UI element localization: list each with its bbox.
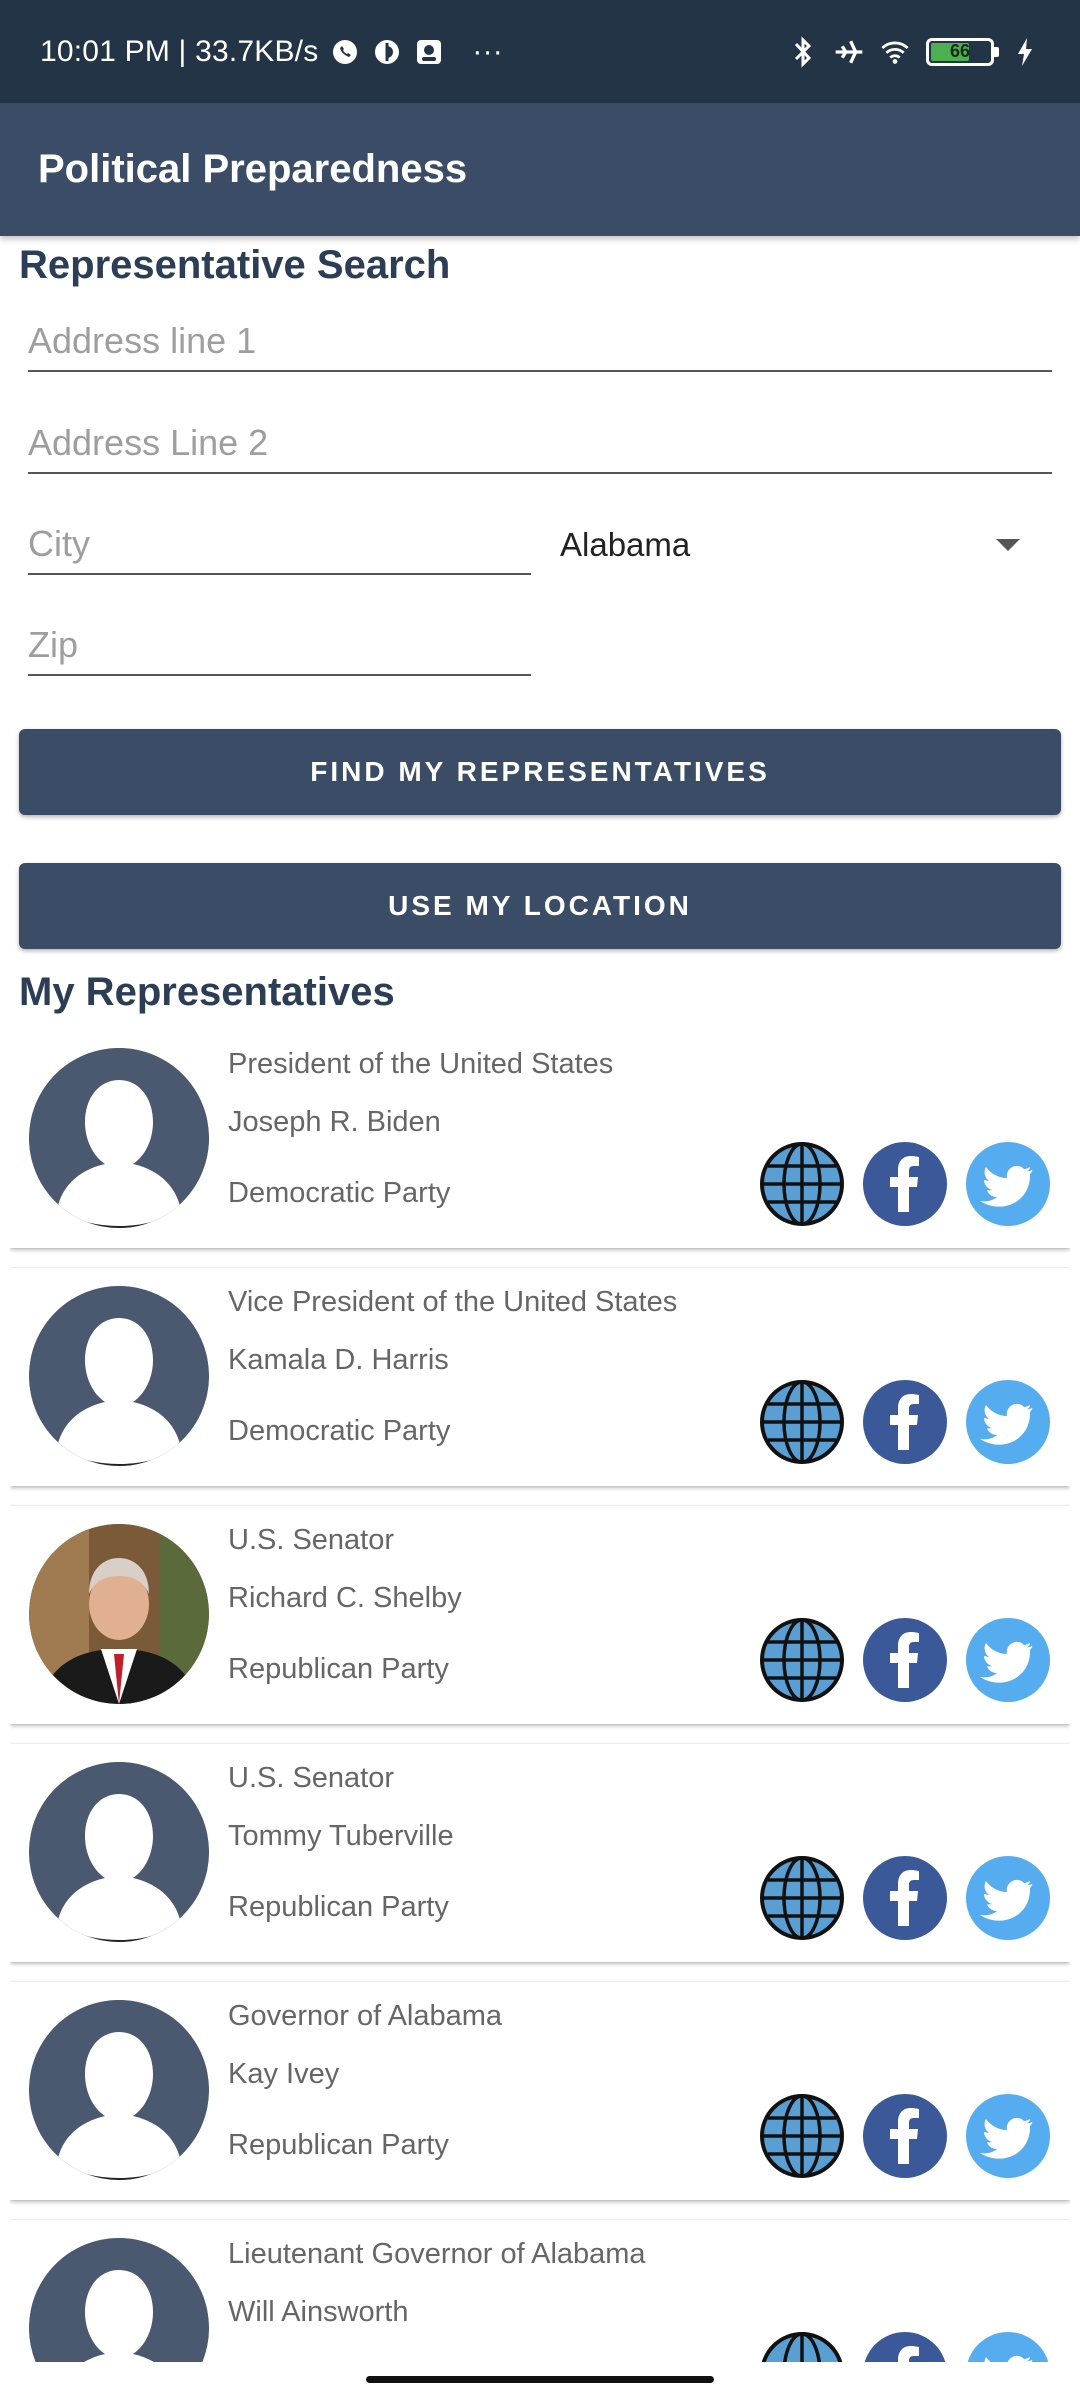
representative-photo (29, 1524, 209, 1704)
globe-icon[interactable] (760, 1856, 844, 1940)
twitter-icon[interactable] (966, 2332, 1050, 2362)
avatar-placeholder-icon (29, 1048, 209, 1228)
avatar-placeholder-icon (29, 1286, 209, 1466)
zip-input[interactable] (28, 624, 531, 666)
facebook-icon[interactable] (863, 1618, 947, 1702)
twitter-icon[interactable] (966, 1142, 1050, 1226)
use-my-location-button[interactable]: USE MY LOCATION (19, 863, 1061, 949)
city-input[interactable] (28, 523, 531, 565)
app-title: Political Preparedness (38, 147, 468, 191)
wifi-icon (880, 37, 910, 67)
twitter-icon[interactable] (966, 1618, 1050, 1702)
facebook-icon[interactable] (863, 2332, 947, 2362)
status-time-speed: 10:01 PM | 33.7KB/s (40, 34, 319, 68)
representatives-list[interactable]: President of the United States Joseph R.… (10, 1030, 1070, 2362)
representative-party: Democratic Party (228, 1177, 451, 1209)
address-line-2-input[interactable] (28, 422, 1052, 464)
globe-icon[interactable] (760, 2332, 844, 2362)
representative-name: Kay Ivey (228, 2058, 340, 2090)
representative-party: Republican Party (228, 1653, 449, 1685)
charging-icon (1010, 37, 1040, 67)
representative-card[interactable]: Vice President of the United States Kama… (10, 1268, 1070, 1486)
battery-level: 66 (949, 41, 971, 61)
my-representatives-heading: My Representatives (19, 970, 395, 1014)
twitter-icon[interactable] (966, 1856, 1050, 1940)
representative-office: Governor of Alabama (228, 2000, 503, 2032)
representative-party: Democratic Party (228, 1415, 451, 1447)
facebook-icon[interactable] (863, 1142, 947, 1226)
address-line-2-field[interactable] (28, 404, 1052, 474)
address-line-1-field[interactable] (28, 302, 1052, 372)
airplane-mode-icon (834, 37, 864, 67)
representative-card[interactable]: President of the United States Joseph R.… (10, 1030, 1070, 1248)
address-line-1-input[interactable] (28, 320, 1052, 362)
dropdown-arrow-icon (996, 539, 1020, 551)
status-right: 66 (788, 35, 1040, 68)
representative-party: Republican Party (228, 2129, 449, 2161)
representative-office: President of the United States (228, 1048, 614, 1080)
zip-field[interactable] (28, 606, 531, 676)
representative-card[interactable]: Governor of Alabama Kay Ivey Republican … (10, 1982, 1070, 2200)
contact-card-icon (414, 37, 444, 67)
representative-office: Vice President of the United States (228, 1286, 678, 1318)
find-my-representatives-button[interactable]: FIND MY REPRESENTATIVES (19, 729, 1061, 815)
representative-party: Republican Party (228, 1891, 449, 1923)
representative-office: U.S. Senator (228, 1524, 395, 1556)
facebook-icon[interactable] (863, 1380, 947, 1464)
representative-card[interactable]: Lieutenant Governor of Alabama Will Ains… (10, 2220, 1070, 2362)
representative-name: Will Ainsworth (228, 2296, 409, 2328)
home-indicator[interactable] (366, 2376, 714, 2383)
representative-search-heading: Representative Search (19, 243, 451, 287)
representative-name: Tommy Tuberville (228, 1820, 454, 1852)
representative-office: Lieutenant Governor of Alabama (228, 2238, 646, 2270)
city-field[interactable] (28, 505, 531, 575)
globe-icon[interactable] (760, 1380, 844, 1464)
whatsapp-icon (330, 37, 360, 67)
app-bar: Political Preparedness (0, 103, 1080, 236)
representative-card[interactable]: U.S. Senator Richard C. Shelby Republica… (10, 1506, 1070, 1724)
globe-icon[interactable] (760, 2094, 844, 2178)
app-notification-icon (372, 37, 402, 67)
facebook-icon[interactable] (863, 1856, 947, 1940)
avatar-placeholder-icon (29, 2000, 209, 2180)
representative-name: Kamala D. Harris (228, 1344, 449, 1376)
bluetooth-icon (788, 35, 818, 68)
representative-name: Joseph R. Biden (228, 1106, 441, 1138)
globe-icon[interactable] (760, 1618, 844, 1702)
avatar-placeholder-icon (29, 1762, 209, 1942)
avatar-placeholder-icon (29, 2238, 209, 2362)
globe-icon[interactable] (760, 1142, 844, 1226)
twitter-icon[interactable] (966, 1380, 1050, 1464)
status-overflow: ··· (472, 34, 503, 68)
state-selected-value: Alabama (560, 526, 691, 563)
state-dropdown[interactable]: Alabama (560, 510, 1040, 580)
representative-card[interactable]: U.S. Senator Tommy Tuberville Republican… (10, 1744, 1070, 1962)
battery-indicator: 66 (926, 37, 999, 66)
twitter-icon[interactable] (966, 2094, 1050, 2178)
facebook-icon[interactable] (863, 2094, 947, 2178)
status-left: 10:01 PM | 33.7KB/s ··· (40, 35, 503, 69)
representative-name: Richard C. Shelby (228, 1582, 462, 1614)
status-bar: 10:01 PM | 33.7KB/s ··· 66 (0, 0, 1080, 103)
representative-office: U.S. Senator (228, 1762, 395, 1794)
